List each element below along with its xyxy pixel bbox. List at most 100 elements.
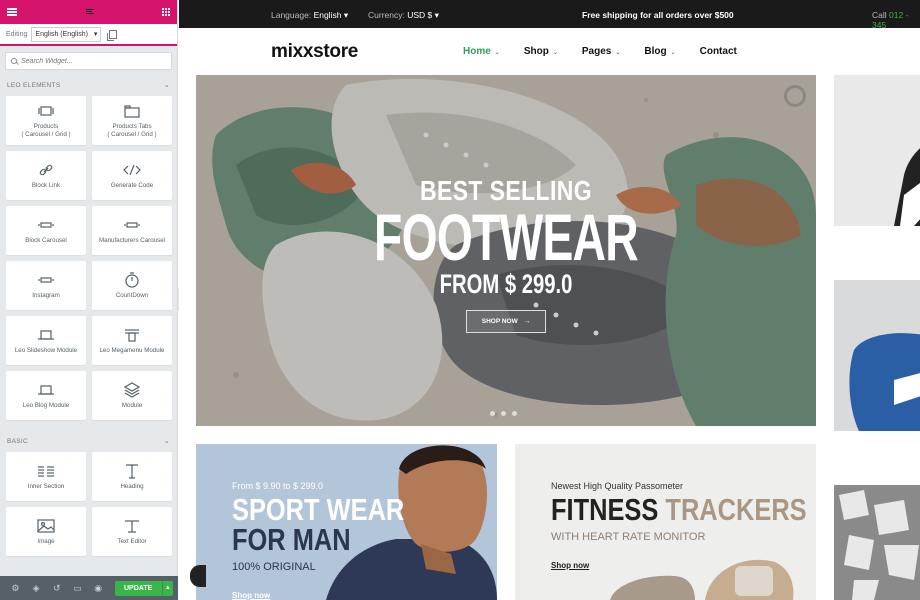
hero-shop-now-button[interactable]: SHOP NOW → — [466, 310, 546, 333]
call-info: Call 012 - 345 — [872, 10, 920, 30]
fitness-subtitle: WITH HEART RATE MONITOR — [551, 531, 706, 543]
widget-label: Image — [37, 537, 55, 545]
search-widget-box — [5, 52, 172, 70]
layers-icon[interactable]: ◈ — [26, 583, 47, 594]
chevron-down-icon: ▾ — [93, 31, 98, 38]
call-label: Call — [872, 10, 887, 20]
language-value: English — [313, 10, 342, 20]
widget-products[interactable]: Products( Carousel / Grid ) — [6, 96, 86, 145]
side-banner-image-3[interactable] — [834, 485, 920, 600]
section-title: LEO ELEMENTS — [7, 81, 61, 89]
code-icon — [123, 162, 141, 179]
widget-products-tabs[interactable]: Products Tabs( Carousel / Grid ) — [92, 96, 172, 145]
widget-inner-section[interactable]: Inner Section — [6, 452, 86, 501]
widget-label: CountDown — [115, 291, 149, 299]
preview-eye-icon[interactable]: ◉ — [88, 583, 109, 594]
side-banner-image-2[interactable] — [834, 280, 920, 431]
chevron-down-icon: ⌄ — [615, 50, 621, 56]
panel-header — [0, 0, 177, 24]
section-header-basic[interactable]: BASIC ⌄ — [0, 432, 177, 450]
language-select[interactable]: English (English) ▾ — [31, 26, 102, 42]
sport-wear-banner[interactable]: From $ 9.90 to $ 299.0 SPORT WEAR FOR MA… — [196, 444, 497, 600]
widget-leo-megamenu-module[interactable]: Leo Megamenu Module — [92, 316, 172, 365]
widget-module[interactable]: Module — [92, 371, 172, 420]
nav-item-blog[interactable]: Blog ⌄ — [644, 46, 675, 57]
widget-manufacturers-carousel[interactable]: Manufacturers Carousel — [92, 206, 172, 255]
slideshow-icon — [37, 327, 55, 344]
widget-countdown[interactable]: CountDown — [92, 261, 172, 310]
language-switcher[interactable]: Language: English ▾ — [271, 10, 348, 21]
rocks-photo — [834, 485, 920, 600]
main-nav: Home ⌄ Shop ⌄ Pages ⌄ Blog ⌄ Contact — [463, 46, 761, 57]
search-widget-input[interactable] — [21, 57, 161, 65]
menu-icon[interactable] — [7, 8, 17, 16]
leo-elements-grid: Products( Carousel / Grid ) Products Tabs… — [0, 94, 177, 420]
widgets-grid-icon[interactable] — [162, 8, 170, 16]
product-carousel-icon — [38, 103, 54, 120]
store-logo[interactable]: mixxstore — [271, 41, 358, 63]
widget-generate-code[interactable]: Generate Code — [92, 151, 172, 200]
editing-label: Editing — [6, 30, 28, 38]
nav-label: Contact — [699, 46, 737, 57]
chevron-down-icon: ⌄ — [494, 50, 500, 56]
search-icon — [11, 58, 17, 64]
currency-switcher[interactable]: Currency: USD $ ▾ — [368, 10, 439, 21]
widget-label: Block Link — [31, 181, 61, 189]
widget-label: Manufacturers Carousel — [98, 236, 166, 244]
person-photo — [834, 75, 920, 226]
instagram-icon — [37, 272, 55, 289]
widget-text-editor[interactable]: Text Editor — [92, 507, 172, 556]
fitness-tagline: Newest High Quality Passometer — [551, 481, 684, 491]
widget-label: Text Editor — [117, 537, 147, 545]
widget-leo-slideshow-module[interactable]: Leo Slideshow Module — [6, 316, 86, 365]
widget-leo-blog-module[interactable]: Leo Blog Module — [6, 371, 86, 420]
editor-logo-icon — [85, 9, 94, 15]
button-label: SHOP NOW — [481, 318, 518, 325]
hero-slider[interactable]: BEST SELLING FOOTWEAR FROM $ 299.0 SHOP … — [196, 75, 816, 426]
widget-image[interactable]: Image — [6, 507, 86, 556]
chevron-down-icon: ⌄ — [670, 50, 676, 56]
slider-dot[interactable] — [501, 411, 506, 416]
widget-label: Generate Code — [110, 181, 154, 189]
sport-shop-now-link[interactable]: Shop now — [232, 591, 270, 600]
image-icon — [37, 518, 55, 535]
widget-label: Products — [33, 122, 59, 130]
nav-item-pages[interactable]: Pages ⌄ — [582, 46, 621, 57]
history-icon[interactable]: ↺ — [46, 583, 67, 594]
product-tabs-icon — [124, 103, 140, 120]
slider-dot[interactable] — [512, 411, 517, 416]
update-options-button[interactable]: ▲ — [161, 580, 174, 596]
editor-panel: Editing English (English) ▾ LEO ELEMENTS … — [0, 0, 178, 600]
shipping-promo: Free shipping for all orders over $500 — [582, 10, 734, 20]
side-banner-image-1[interactable] — [834, 75, 920, 226]
widget-block-carousel[interactable]: Block Carousel — [6, 206, 86, 255]
stopwatch-icon — [124, 272, 140, 289]
editing-row: Editing English (English) ▾ — [0, 24, 177, 46]
responsive-icon[interactable]: ▭ — [67, 583, 88, 594]
slider-dot[interactable] — [490, 411, 495, 416]
section-header-leo-elements[interactable]: LEO ELEMENTS ⌄ — [0, 76, 177, 94]
section-title: BASIC — [7, 437, 29, 445]
widget-label: Leo Blog Module — [22, 401, 70, 409]
update-button[interactable]: UPDATE — [114, 580, 162, 596]
copy-icon[interactable] — [107, 29, 118, 41]
blog-icon — [37, 382, 55, 399]
nav-item-home[interactable]: Home ⌄ — [463, 46, 500, 57]
chat-widget-button[interactable] — [190, 565, 206, 587]
nav-item-shop[interactable]: Shop ⌄ — [524, 46, 558, 57]
fitness-trackers-banner[interactable]: Newest High Quality Passometer FITNESS T… — [515, 444, 816, 600]
basic-elements-grid: Inner Section Heading Image Text Editor — [0, 450, 177, 556]
block-carousel-icon — [37, 217, 55, 234]
link-icon — [39, 162, 53, 179]
fitness-title-dark: FITNESS — [551, 492, 659, 527]
widget-label: Module — [121, 401, 143, 409]
hero-price: FROM $ 299.0 — [439, 269, 573, 299]
settings-icon[interactable]: ⚙ — [5, 583, 26, 594]
chevron-down-icon: ▾ — [341, 10, 349, 20]
panel-footer: ⚙ ◈ ↺ ▭ ◉ UPDATE ▲ — [0, 576, 178, 600]
widget-block-link[interactable]: Block Link — [6, 151, 86, 200]
fitness-shop-now-link[interactable]: Shop now — [551, 561, 589, 570]
widget-instagram[interactable]: Instagram — [6, 261, 86, 310]
nav-item-contact[interactable]: Contact — [700, 46, 737, 57]
widget-heading[interactable]: Heading — [92, 452, 172, 501]
